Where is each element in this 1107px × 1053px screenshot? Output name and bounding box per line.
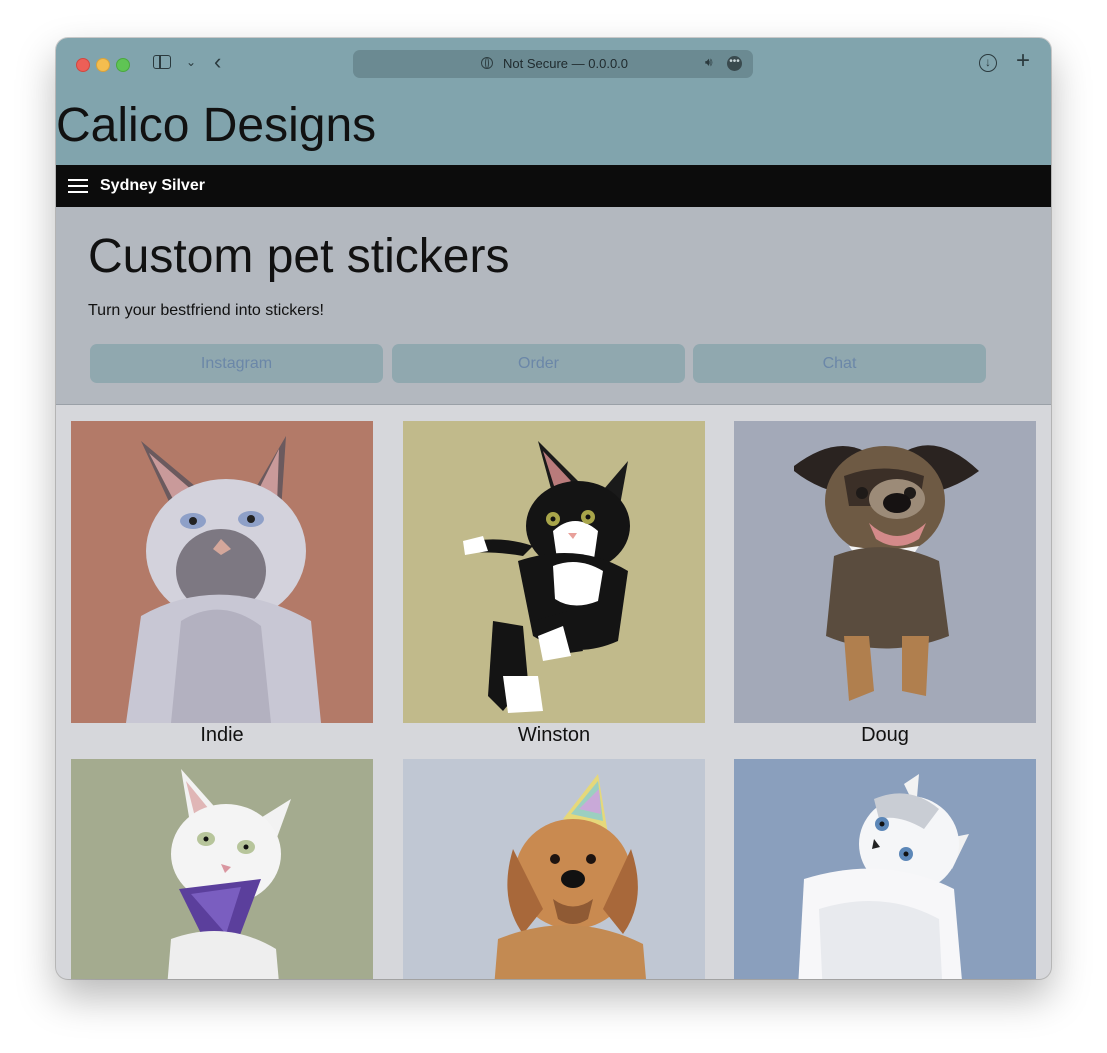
pet-image[interactable] (734, 421, 1036, 723)
globe-icon (481, 57, 493, 69)
download-icon[interactable]: ↓ (979, 54, 997, 72)
tuxedo-cat-illustration (403, 421, 705, 723)
pet-image[interactable] (403, 421, 705, 723)
chevron-down-icon[interactable]: ⌄ (186, 55, 196, 69)
address-bar[interactable]: Not Secure — 0.0.0.0 🔊︎ ••• (353, 50, 753, 78)
more-icon[interactable]: ••• (727, 56, 742, 71)
minimize-window-button[interactable] (96, 58, 110, 72)
order-button[interactable]: Order (392, 344, 685, 383)
nav-user-name[interactable]: Sydney Silver (100, 177, 205, 195)
navbar: Sydney Silver (56, 165, 1051, 207)
pet-image[interactable] (71, 421, 373, 723)
browser-window: ⌄ ‹ Not Secure — 0.0.0.0 🔊︎ ••• ↓ + Cali… (56, 38, 1051, 979)
chat-button[interactable]: Chat (693, 344, 986, 383)
pet-name: Winston (517, 724, 591, 746)
plus-icon[interactable]: + (1016, 48, 1030, 74)
white-cat-bandana-illustration (71, 759, 373, 979)
pet-name: Indie (200, 724, 244, 746)
siamese-cat-illustration (71, 421, 373, 723)
hero-title: Custom pet stickers (88, 230, 510, 283)
pet-name: Doug (861, 724, 909, 746)
zoom-window-button[interactable] (116, 58, 130, 72)
hero-subtitle: Turn your bestfriend into stickers! (88, 302, 324, 319)
address-text: Not Secure — 0.0.0.0 (503, 56, 629, 71)
site-title: Calico Designs (56, 99, 377, 152)
site-header: Calico Designs (56, 90, 1051, 165)
browser-toolbar: ⌄ ‹ Not Secure — 0.0.0.0 🔊︎ ••• ↓ + (56, 38, 1051, 90)
hamburger-menu-icon[interactable] (68, 179, 88, 194)
close-window-button[interactable] (76, 58, 90, 72)
hero-section: Custom pet stickers Turn your bestfriend… (56, 207, 1051, 405)
pet-image[interactable] (403, 759, 705, 979)
dog-with-tie-illustration (734, 421, 1036, 723)
instagram-button[interactable]: Instagram (90, 344, 383, 383)
dog-party-hat-illustration (403, 759, 705, 979)
pet-image[interactable] (734, 759, 1036, 979)
pet-image[interactable] (71, 759, 373, 979)
sidebar-icon[interactable] (153, 55, 171, 69)
back-icon[interactable]: ‹ (214, 50, 221, 74)
white-fluffy-cat-illustration (734, 759, 1036, 979)
speaker-icon[interactable]: 🔊︎ (705, 55, 713, 70)
